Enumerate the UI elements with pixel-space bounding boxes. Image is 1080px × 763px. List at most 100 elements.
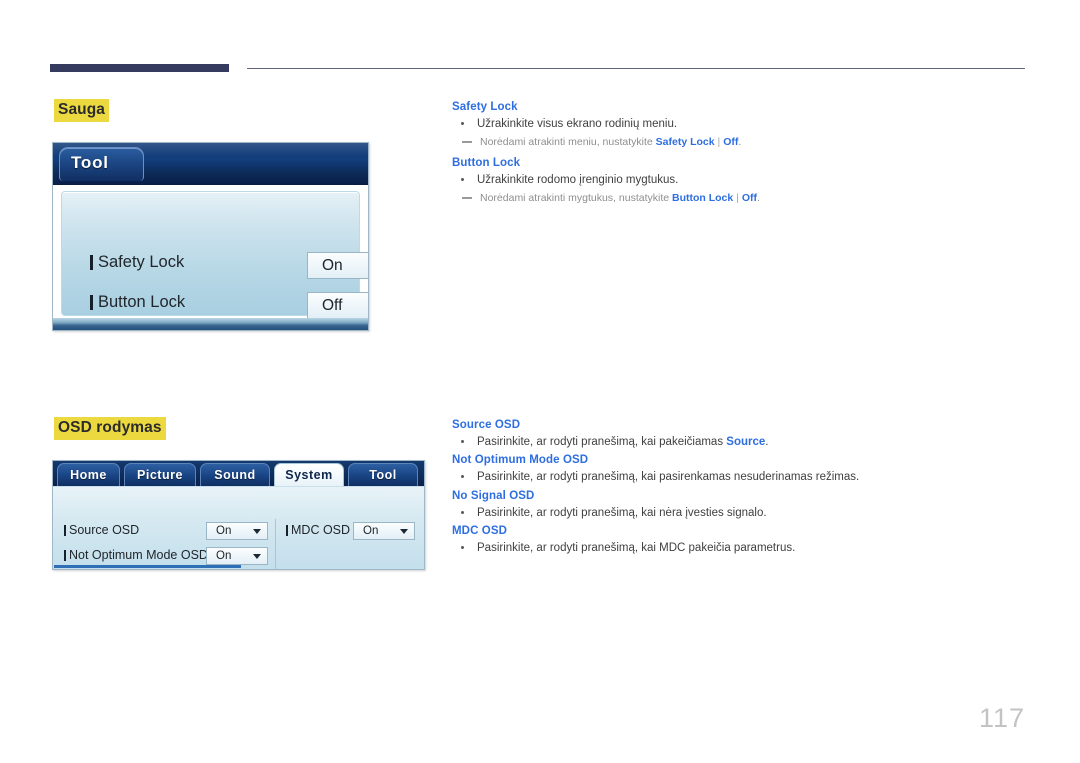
bullet-source-osd-post: .: [765, 435, 769, 448]
menu-row-button-lock[interactable]: Button Lock: [90, 293, 185, 312]
note-button-lock: Norėdami atrakinti mygtukus, nustatykite…: [452, 191, 1052, 205]
menu-row-not-optimum-mode-osd-label-wrap: Not Optimum Mode OSD: [64, 548, 208, 562]
bullet-button-lock-text: Užrakinkite rodomo įrenginio mygtukus.: [477, 173, 679, 186]
menu-row-not-optimum-mode-osd[interactable]: Not Optimum Mode OSD: [64, 548, 208, 562]
bullet-dot-icon: [461, 475, 464, 479]
bullet-tick-icon: [90, 255, 93, 270]
bullet-tick-icon: [90, 295, 93, 310]
tab-picture-label: Picture: [137, 468, 183, 482]
header-rule: [50, 64, 1025, 74]
entry-button-lock: Button Lock Užrakinkite rodomo įrenginio…: [452, 156, 1052, 206]
term-no-signal-osd: No Signal OSD: [452, 489, 535, 502]
menu-row-safety-lock-label-wrap: Safety Lock: [90, 253, 184, 272]
system-menu-body: Source OSD On Not Optimum Mode OSD On No…: [53, 486, 424, 569]
bullet-no-signal-osd: Pasirinkite, ar rodyti pranešimą, kai nė…: [452, 506, 1052, 522]
bullet-no-signal-osd-text: Pasirinkite, ar rodyti pranešimą, kai nė…: [477, 506, 767, 519]
dropdown-safety-lock-value: On: [322, 256, 343, 274]
bullet-button-lock: Užrakinkite rodomo įrenginio mygtukus.: [452, 173, 1052, 189]
note-button-lock-suffix: .: [756, 192, 760, 205]
note-safety-lock-term1: Safety Lock: [655, 136, 715, 149]
bullet-safety-lock: Užrakinkite visus ekrano rodinių meniu.: [452, 117, 1052, 133]
dropdown-not-optimum-mode-osd-value: On: [216, 550, 232, 562]
bullet-dot-icon: [461, 177, 464, 181]
menu-row-button-lock-label-wrap: Button Lock: [90, 293, 185, 312]
term-mdc-osd: MDC OSD: [452, 525, 508, 538]
section-heading-security: Sauga: [54, 99, 110, 122]
term-button-lock: Button Lock: [452, 156, 521, 169]
tool-menu-titlebar: Tool: [53, 143, 368, 185]
tab-picture[interactable]: Picture: [124, 463, 196, 486]
menu-row-not-optimum-mode-osd-label: Not Optimum Mode OSD: [69, 548, 208, 562]
bullet-not-optimum-mode-osd: Pasirinkite, ar rodyti pranešimą, kai pa…: [452, 470, 1052, 486]
menu-row-safety-lock-label: Safety Lock: [98, 253, 185, 271]
entry-no-signal-osd: No Signal OSD Pasirinkite, ar rodyti pra…: [452, 489, 1052, 521]
column-divider: [275, 519, 276, 569]
tab-tool-label: Tool: [369, 468, 397, 482]
bullet-dot-icon: [461, 510, 464, 514]
bullet-tick-icon: [286, 524, 288, 536]
menu-row-mdc-osd-label-wrap: MDC OSD: [286, 523, 350, 537]
term-safety-lock: Safety Lock: [452, 101, 518, 113]
bullet-dot-icon: [461, 546, 464, 550]
entry-safety-lock: Safety Lock Užrakinkite visus ekrano rod…: [452, 100, 1052, 150]
tab-sound-label: Sound: [214, 468, 256, 482]
dropdown-mdc-osd-value: On: [363, 525, 379, 537]
menu-row-source-osd[interactable]: Source OSD: [64, 523, 139, 537]
tab-home[interactable]: Home: [57, 463, 120, 486]
screenshot-tool-menu: Tool Safety Lock On Button Lock Off: [52, 142, 369, 331]
system-menu-tabbar: Home Picture Sound System Tool: [53, 461, 424, 486]
note-safety-lock-term2: Off: [723, 136, 739, 149]
menu-row-button-lock-label: Button Lock: [98, 293, 186, 311]
header-rule-thick: [50, 64, 229, 72]
note-safety-lock-suffix: .: [738, 136, 742, 149]
dropdown-safety-lock[interactable]: On: [307, 252, 368, 279]
note-dash-icon: [462, 197, 472, 200]
tool-menu-tab[interactable]: Tool: [59, 147, 144, 181]
note-button-lock-term1: Button Lock: [672, 192, 734, 205]
tool-menu-footer: [53, 318, 368, 330]
dropdown-button-lock-value: Off: [322, 296, 343, 314]
chevron-down-icon: [400, 528, 408, 534]
tab-home-label: Home: [70, 468, 107, 482]
bullet-mdc-osd-text: Pasirinkite, ar rodyti pranešimą, kai MD…: [477, 542, 796, 555]
note-safety-lock-prefix: Norėdami atrakinti meniu, nustatykite: [480, 136, 656, 149]
tab-system-label: System: [285, 468, 333, 482]
bullet-dot-icon: [461, 439, 464, 443]
term-source-osd: Source OSD: [452, 419, 521, 431]
note-safety-lock-separator: |: [714, 136, 724, 149]
bullet-dot-icon: [461, 121, 464, 125]
header-rule-thin: [247, 68, 1025, 69]
bullet-not-optimum-mode-osd-text: Pasirinkite, ar rodyti pranešimą, kai pa…: [477, 471, 860, 484]
menu-row-source-osd-label: Source OSD: [69, 523, 140, 537]
chevron-down-icon: [253, 553, 261, 559]
bullet-source-osd-term: Source: [726, 435, 766, 448]
dropdown-not-optimum-mode-osd[interactable]: On: [206, 547, 268, 565]
entry-not-optimum-mode-osd: Not Optimum Mode OSD Pasirinkite, ar rod…: [452, 453, 1052, 485]
section-heading-osd-display: OSD rodymas: [54, 417, 166, 440]
menu-row-safety-lock[interactable]: Safety Lock: [90, 253, 184, 272]
bullet-source-osd: Pasirinkite, ar rodyti pranešimą, kai pa…: [452, 435, 1052, 451]
text-block-security: Safety Lock Užrakinkite visus ekrano rod…: [452, 100, 1052, 211]
menu-row-mdc-osd-label: MDC OSD: [291, 523, 351, 537]
dropdown-mdc-osd[interactable]: On: [353, 522, 415, 540]
tool-menu-tab-label: Tool: [71, 153, 109, 172]
tab-system[interactable]: System: [274, 463, 344, 486]
bullet-mdc-osd: Pasirinkite, ar rodyti pranešimą, kai MD…: [452, 541, 1052, 557]
menu-row-source-osd-label-wrap: Source OSD: [64, 523, 139, 537]
bullet-tick-icon: [64, 524, 66, 536]
bullet-safety-lock-text: Užrakinkite visus ekrano rodinių meniu.: [477, 117, 678, 130]
menu-row-mdc-osd[interactable]: MDC OSD: [286, 523, 350, 537]
tab-sound[interactable]: Sound: [200, 463, 270, 486]
dropdown-source-osd[interactable]: On: [206, 522, 268, 540]
note-button-lock-prefix: Norėdami atrakinti mygtukus, nustatykite: [480, 192, 672, 205]
note-dash-icon: [462, 141, 472, 144]
system-menu-underline: [54, 565, 241, 568]
bullet-source-osd-pre: Pasirinkite, ar rodyti pranešimą, kai pa…: [477, 435, 727, 448]
term-not-optimum-mode-osd: Not Optimum Mode OSD: [452, 454, 589, 467]
note-safety-lock: Norėdami atrakinti meniu, nustatykite Sa…: [452, 135, 1052, 149]
chevron-down-icon: [253, 528, 261, 534]
page-number: 117: [978, 703, 1025, 733]
dropdown-button-lock[interactable]: Off: [307, 292, 368, 319]
tab-tool[interactable]: Tool: [348, 463, 418, 486]
text-block-osd-display: Source OSD Pasirinkite, ar rodyti praneš…: [452, 418, 1052, 560]
